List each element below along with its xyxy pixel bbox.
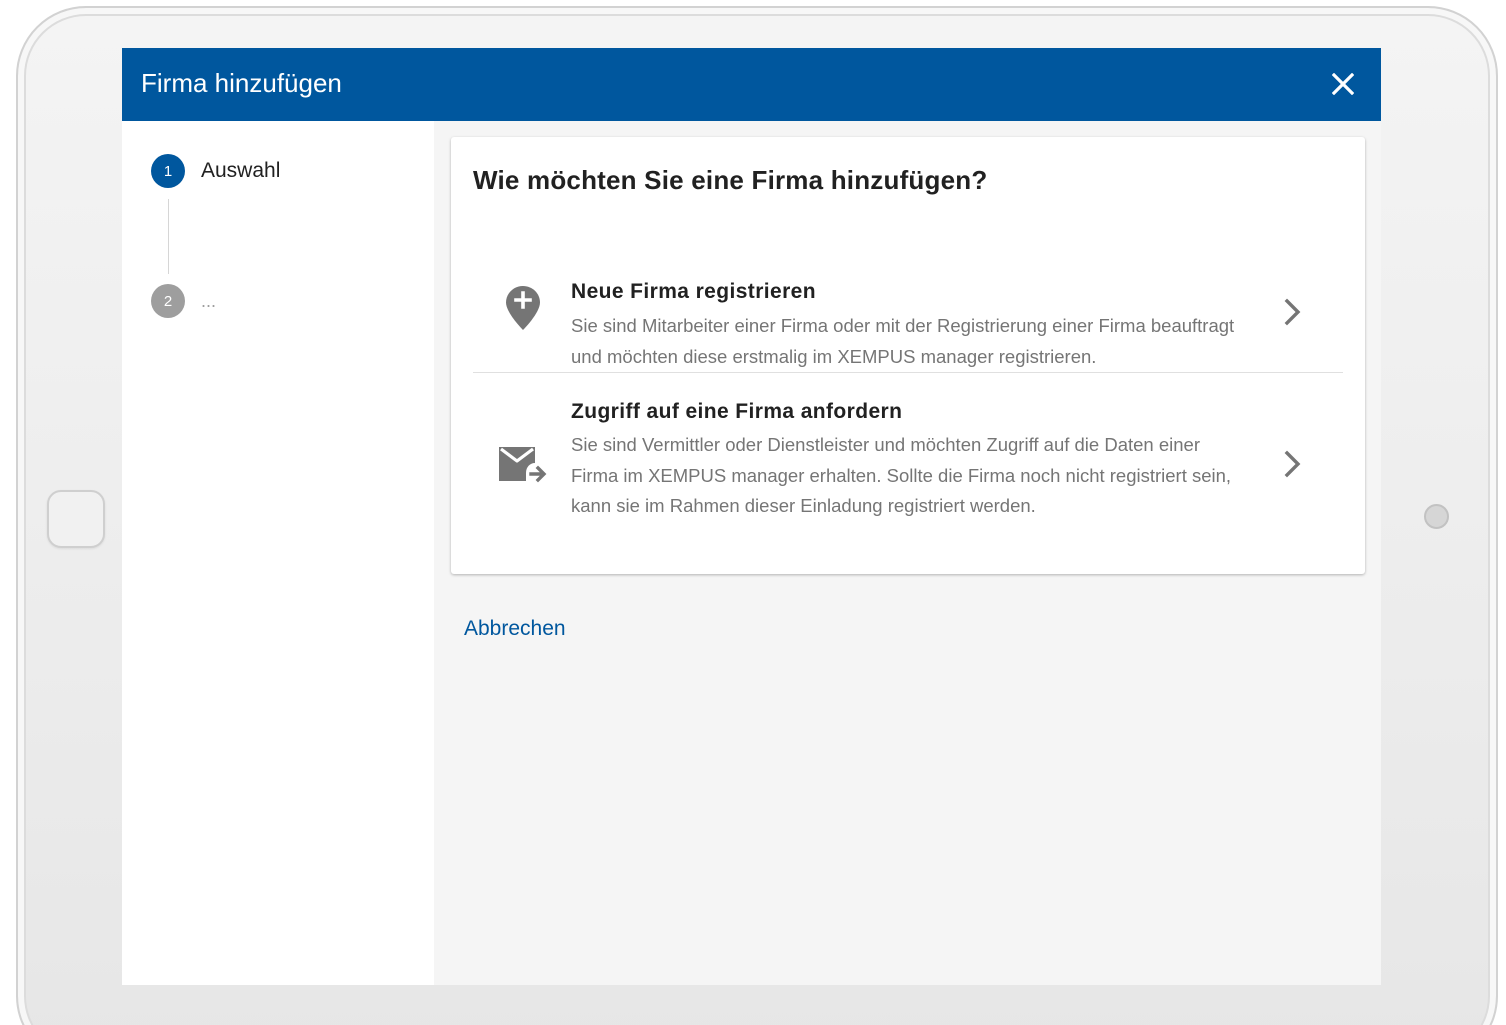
step-2: 2 ... (151, 284, 216, 318)
option-request-title: Zugriff auf eine Firma anfordern (571, 400, 903, 423)
dialog-header: Firma hinzufügen (122, 48, 1381, 121)
tablet-camera (1424, 504, 1449, 529)
option-request-description: Sie sind Vermittler oder Dienstleister u… (571, 434, 1232, 516)
mail-forward-icon (499, 447, 547, 483)
selection-card: Wie möchten Sie eine Firma hinzufügen? N… (451, 137, 1365, 574)
chevron-right-icon (1284, 298, 1301, 326)
step-1: 1 Auswahl (151, 154, 280, 188)
map-pin-plus-icon (506, 286, 540, 330)
option-register-description: Sie sind Mitarbeiter einer Firma oder mi… (571, 315, 1235, 367)
step-2-number: 2 (151, 284, 185, 318)
cancel-button[interactable]: Abbrechen (464, 617, 566, 641)
dialog-title: Firma hinzufügen (141, 68, 342, 98)
option-register-title: Neue Firma registrieren (571, 280, 816, 303)
tablet-home-button (47, 490, 105, 548)
step-connector (168, 199, 169, 274)
card-title: Wie möchten Sie eine Firma hinzufügen? (473, 165, 988, 195)
close-button[interactable] (1325, 66, 1361, 102)
step-2-label: ... (201, 290, 217, 311)
option-request-access[interactable]: Zugriff auf eine Firma anfordern Sie sin… (473, 374, 1343, 544)
close-icon (1332, 73, 1354, 95)
step-1-number: 1 (151, 154, 185, 188)
option-register-company[interactable]: Neue Firma registrieren Sie sind Mitarbe… (473, 247, 1343, 373)
dialog-screen: Firma hinzufügen 1 Auswahl 2 ... Wie möc… (122, 48, 1381, 985)
step-1-label: Auswahl (201, 159, 281, 182)
chevron-right-icon (1284, 450, 1301, 478)
stepper: 1 Auswahl 2 ... (122, 121, 434, 985)
